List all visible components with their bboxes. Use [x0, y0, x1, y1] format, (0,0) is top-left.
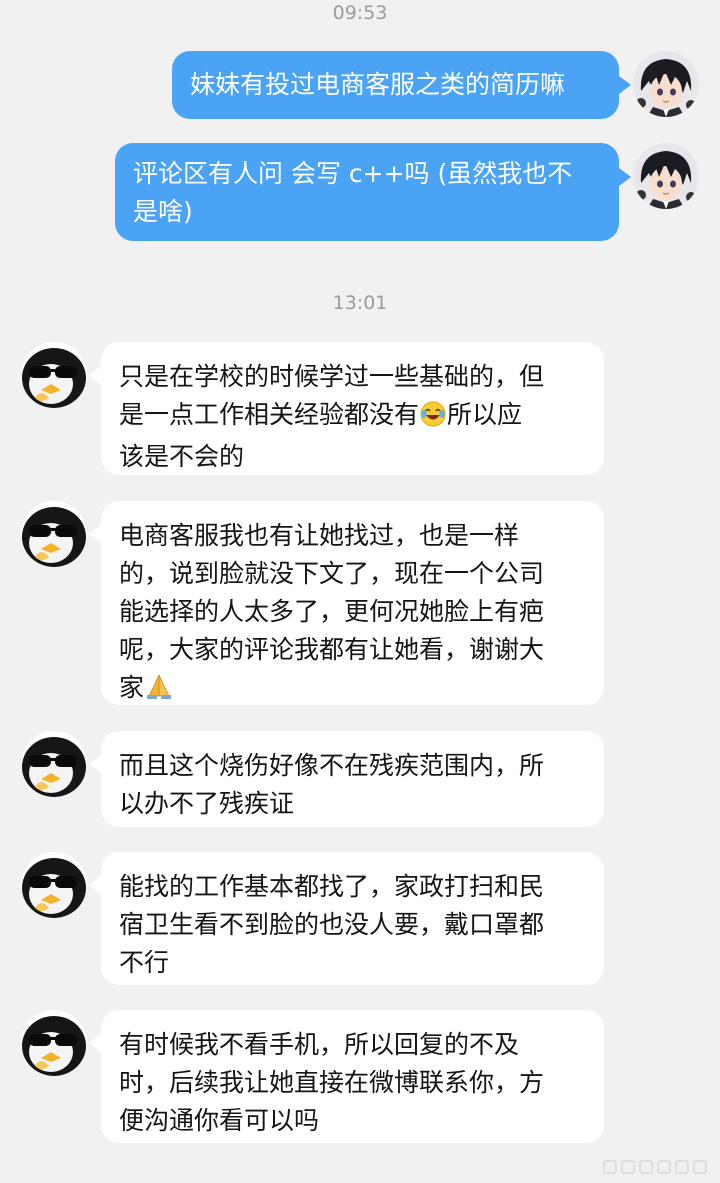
message-line: 宿卫生看不到脸的也没人要，戴口罩都	[119, 910, 545, 939]
message-bubble-incoming[interactable]: 而且这个烧伤好像不在残疾范围内，所 以办不了残疾证	[101, 731, 604, 827]
bubble-tail	[89, 876, 101, 894]
bubble-tail	[619, 76, 631, 94]
self-avatar[interactable]	[633, 143, 699, 209]
message-line: 便沟通你看可以吗	[119, 1106, 320, 1135]
bubble-tail	[89, 755, 101, 773]
anime-character-avatar-icon	[633, 143, 699, 209]
message-line: 以办不了残疾证	[119, 789, 295, 818]
bubble-tail	[89, 1034, 101, 1052]
other-avatar[interactable]	[21, 501, 87, 567]
message-line: 该是不会的	[119, 442, 245, 471]
laughing-crying-emoji-icon	[420, 400, 446, 438]
message-line: 只是在学校的时候学过一些基础的，但	[119, 362, 545, 391]
message-line: 是一点工作相关经验都没有 所以应	[119, 396, 586, 438]
message-bubble-incoming[interactable]: 有时候我不看手机，所以回复的不及 时，后续我让她直接在微博联系你，方 便沟通你看…	[101, 1010, 604, 1143]
message-bubble-incoming[interactable]: 能找的工作基本都找了，家政打扫和民 宿卫生看不到脸的也没人要，戴口罩都 不行	[101, 852, 604, 985]
message-line: 不行	[119, 948, 170, 977]
penguin-sunglasses-avatar-icon	[21, 1010, 87, 1076]
self-avatar[interactable]	[633, 51, 699, 117]
timestamp: 13:01	[332, 292, 388, 314]
message-line: 是啥)	[133, 197, 193, 226]
watermark-graphic	[600, 1155, 710, 1179]
folded-hands-emoji-icon	[145, 672, 173, 711]
message-line: 评论区有人问 会写 c++吗 (虽然我也不	[133, 159, 573, 188]
bubble-tail	[89, 366, 101, 384]
message-bubble-incoming[interactable]: 只是在学校的时候学过一些基础的，但 是一点工作相关经验都没有 所以应 该是不会的	[101, 342, 604, 475]
message-line: 能找的工作基本都找了，家政打扫和民	[119, 872, 545, 901]
message-line: 时，后续我让她直接在微博联系你，方	[119, 1068, 545, 1097]
penguin-sunglasses-avatar-icon	[21, 852, 87, 918]
other-avatar[interactable]	[21, 852, 87, 918]
other-avatar[interactable]	[21, 1010, 87, 1076]
bubble-tail	[89, 525, 101, 543]
message-line: 家	[119, 669, 586, 711]
penguin-sunglasses-avatar-icon	[21, 501, 87, 567]
message-bubble-outgoing[interactable]: 妹妹有投过电商客服之类的简历嘛	[172, 51, 619, 119]
bubble-tail	[619, 168, 631, 186]
message-line: 有时候我不看手机，所以回复的不及	[119, 1030, 520, 1059]
anime-character-avatar-icon	[633, 51, 699, 117]
message-line: 的，说到脸就没下文了，现在一个公司	[119, 559, 545, 588]
message-line: 能选择的人太多了，更何况她脸上有疤	[119, 597, 545, 626]
other-avatar[interactable]	[21, 731, 87, 797]
message-bubble-incoming[interactable]: 电商客服我也有让她找过，也是一样 的，说到脸就没下文了，现在一个公司 能选择的人…	[101, 501, 604, 705]
penguin-sunglasses-avatar-icon	[21, 342, 87, 408]
message-line: 电商客服我也有让她找过，也是一样	[119, 521, 520, 550]
message-line: 而且这个烧伤好像不在残疾范围内，所	[119, 751, 545, 780]
other-avatar[interactable]	[21, 342, 87, 408]
timestamp: 09:53	[332, 2, 388, 24]
message-bubble-outgoing[interactable]: 评论区有人问 会写 c++吗 (虽然我也不 是啥)	[115, 143, 619, 241]
message-line: 呢，大家的评论我都有让她看，谢谢大	[119, 635, 545, 664]
penguin-sunglasses-avatar-icon	[21, 731, 87, 797]
message-text: 妹妹有投过电商客服之类的简历嘛	[190, 70, 566, 99]
